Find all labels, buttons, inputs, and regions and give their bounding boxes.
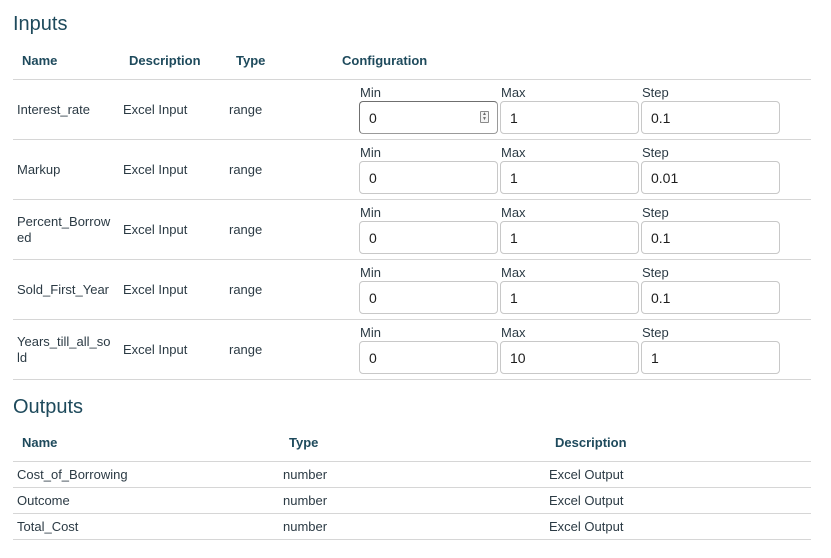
table-divider — [13, 487, 811, 488]
max-input[interactable] — [500, 281, 639, 314]
min-label: Min — [360, 325, 381, 340]
step-input[interactable] — [641, 101, 780, 134]
output-description: Excel Output — [549, 519, 624, 534]
table-divider — [13, 379, 811, 380]
min-label: Min — [360, 85, 381, 100]
input-description: Excel Input — [123, 102, 188, 117]
max-label: Max — [501, 205, 526, 220]
input-description: Excel Input — [123, 342, 188, 357]
table-divider — [13, 259, 811, 260]
inputs-header-description: Description — [129, 53, 201, 68]
min-label: Min — [360, 205, 381, 220]
table-divider — [13, 199, 811, 200]
min-input[interactable] — [359, 221, 498, 254]
outputs-section-title: Outputs — [13, 396, 84, 418]
input-type: range — [229, 342, 263, 357]
input-name-line1: Percent_Borrow — [17, 214, 111, 229]
max-input[interactable] — [500, 161, 639, 194]
input-name-line1: Years_till_all_so — [17, 334, 111, 349]
output-name: Total_Cost — [17, 519, 79, 534]
input-type: range — [229, 282, 263, 297]
output-type: number — [283, 519, 328, 534]
max-input[interactable] — [500, 221, 639, 254]
max-label: Max — [501, 325, 526, 340]
max-input[interactable] — [500, 101, 639, 134]
inputs-header-configuration: Configuration — [342, 53, 428, 68]
outputs-header-name: Name — [22, 435, 58, 450]
inputs-header-type: Type — [236, 53, 266, 68]
step-label: Step — [642, 325, 669, 340]
input-description: Excel Input — [123, 282, 188, 297]
input-name-line2: ed — [17, 230, 32, 245]
min-input[interactable] — [359, 281, 498, 314]
min-input[interactable] — [359, 341, 498, 374]
table-divider — [13, 513, 811, 514]
spinner-icon[interactable]: ▲ ▼ — [480, 111, 489, 123]
input-name: Years_till_all_so ld — [17, 334, 110, 366]
max-label: Max — [501, 85, 526, 100]
step-label: Step — [642, 265, 669, 280]
inputs-section-title: Inputs — [13, 13, 68, 35]
output-type: number — [283, 493, 328, 508]
min-input[interactable] — [359, 101, 498, 134]
output-name: Outcome — [17, 493, 70, 508]
max-label: Max — [501, 265, 526, 280]
step-input[interactable] — [641, 281, 780, 314]
output-description: Excel Output — [549, 467, 624, 482]
output-type: number — [283, 467, 328, 482]
outputs-header-type: Type — [289, 435, 319, 450]
input-type: range — [229, 102, 263, 117]
step-label: Step — [642, 145, 669, 160]
step-input[interactable] — [641, 341, 780, 374]
step-label: Step — [642, 205, 669, 220]
input-description: Excel Input — [123, 222, 188, 237]
step-input[interactable] — [641, 221, 780, 254]
min-label: Min — [360, 145, 381, 160]
input-description: Excel Input — [123, 162, 188, 177]
step-label: Step — [642, 85, 669, 100]
input-name-line2: ld — [17, 350, 28, 365]
min-label: Min — [360, 265, 381, 280]
output-name: Cost_of_Borrowing — [17, 467, 128, 482]
input-name: Percent_Borrow ed — [17, 214, 110, 246]
max-input[interactable] — [500, 341, 639, 374]
table-divider — [13, 139, 811, 140]
outputs-header-description: Description — [555, 435, 627, 450]
min-input[interactable] — [359, 161, 498, 194]
max-label: Max — [501, 145, 526, 160]
input-name: Markup — [17, 162, 61, 177]
input-name: Interest_rate — [17, 102, 90, 117]
input-type: range — [229, 222, 263, 237]
table-divider — [13, 539, 811, 540]
table-divider — [13, 461, 811, 462]
table-divider — [13, 319, 811, 320]
step-input[interactable] — [641, 161, 780, 194]
inputs-header-name: Name — [22, 53, 58, 68]
input-type: range — [229, 162, 263, 177]
table-divider — [13, 79, 811, 80]
input-name: Sold_First_Year — [17, 282, 110, 297]
output-description: Excel Output — [549, 493, 624, 508]
